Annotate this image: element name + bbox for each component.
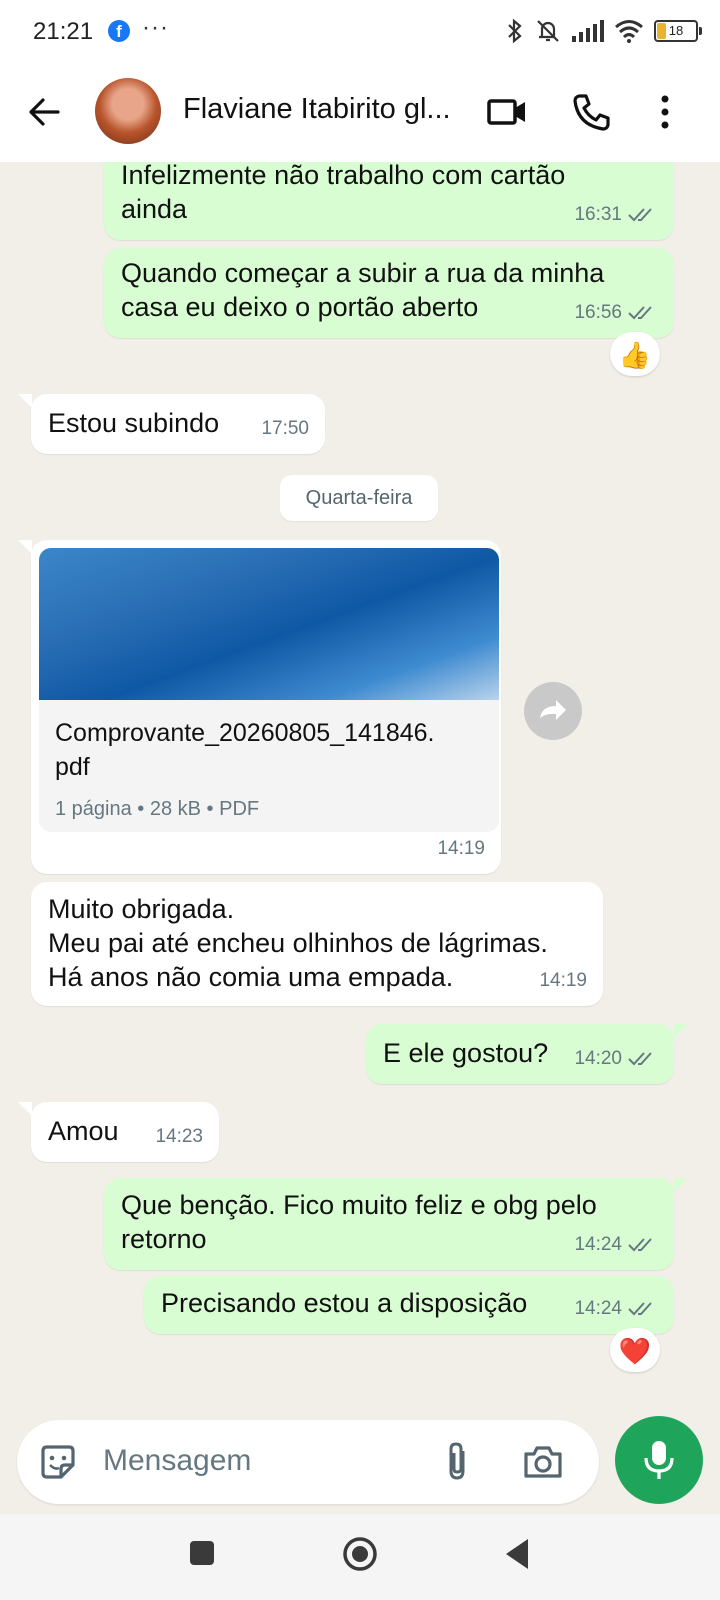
camera-icon[interactable] — [522, 1442, 564, 1482]
message-time: 14:19 — [539, 970, 587, 991]
read-ticks-icon — [628, 1238, 652, 1252]
date-divider: Quarta-feira — [280, 475, 438, 521]
message-input[interactable]: Mensagem — [103, 1444, 251, 1478]
incoming-document-message[interactable]: Comprovante_20260805_141846. pdf 1 págin… — [31, 540, 501, 874]
incoming-message[interactable]: Amou 14:23 — [31, 1102, 219, 1162]
more-notifications-icon: ··· — [142, 14, 169, 41]
reaction-heart[interactable]: ❤️ — [610, 1328, 660, 1372]
message-text-line: Há anos não comia uma empada. — [48, 962, 454, 992]
message-time: 14:24 — [574, 1234, 622, 1255]
reaction-thumbs-up[interactable]: 👍 — [610, 332, 660, 376]
phone-icon[interactable] — [570, 91, 612, 133]
read-ticks-icon — [628, 1052, 652, 1066]
more-options-icon[interactable] — [644, 91, 686, 133]
mic-icon — [644, 1441, 674, 1479]
battery-level: 18 — [668, 23, 684, 38]
incoming-message[interactable]: Estou subindo 17:50 — [31, 394, 325, 454]
outgoing-message[interactable]: Quando começar a subir a rua da minha ca… — [104, 248, 674, 338]
forward-icon — [540, 700, 566, 720]
bubble-tail — [18, 540, 32, 554]
facebook-icon: f — [108, 20, 130, 42]
nav-home-icon[interactable] — [340, 1534, 380, 1574]
document-meta: 1 página • 28 kB • PDF — [55, 798, 260, 820]
avatar[interactable] — [95, 78, 161, 144]
contact-name[interactable]: Flaviane Itabirito gl... — [183, 93, 473, 126]
message-time: 14:19 — [437, 838, 485, 859]
message-text-line: casa eu deixo o portão aberto — [121, 292, 479, 322]
outgoing-message[interactable]: Infelizmente não trabalho com cartão ain… — [104, 162, 674, 240]
message-text-line: Infelizmente não trabalho com cartão — [121, 162, 566, 190]
message-text-line: Meu pai até encheu olhinhos de lágrimas. — [48, 928, 548, 958]
nav-back-icon[interactable] — [502, 1536, 532, 1572]
message-text-line: ainda — [121, 194, 188, 224]
bubble-tail — [18, 1102, 32, 1116]
message-time: 16:31 — [574, 204, 622, 225]
read-ticks-icon — [628, 208, 652, 222]
status-bar: 21:21 f ··· 18 — [0, 0, 720, 66]
back-arrow-icon[interactable] — [24, 92, 64, 132]
document-file-name: Comprovante_20260805_141846. — [55, 719, 435, 747]
message-time: 14:24 — [574, 1298, 622, 1319]
voice-record-button[interactable] — [615, 1416, 703, 1504]
sticker-icon[interactable] — [37, 1441, 79, 1483]
read-ticks-icon — [628, 306, 652, 320]
message-time: 14:23 — [155, 1126, 203, 1147]
outgoing-message[interactable]: E ele gostou? 14:20 — [366, 1024, 674, 1084]
document-thumbnail[interactable] — [39, 548, 499, 700]
forward-button[interactable] — [524, 682, 582, 740]
battery-icon: 18 — [654, 20, 702, 42]
bubble-tail — [674, 1024, 688, 1038]
bluetooth-icon — [508, 18, 522, 44]
message-time: 17:50 — [261, 418, 309, 439]
status-icons: 18 — [506, 18, 702, 44]
message-text-line: Estou subindo — [48, 408, 220, 438]
document-info[interactable]: Comprovante_20260805_141846. pdf 1 págin… — [39, 700, 499, 832]
message-text-line: Precisando estou a disposição — [161, 1288, 528, 1318]
message-text-line: retorno — [121, 1224, 207, 1254]
bubble-tail — [18, 394, 32, 408]
attach-icon[interactable] — [441, 1441, 475, 1483]
outgoing-message[interactable]: Precisando estou a disposição 14:24 — [144, 1276, 674, 1334]
incoming-message[interactable]: Muito obrigada. Meu pai até encheu olhin… — [31, 882, 603, 1006]
system-navigation-bar — [0, 1514, 720, 1600]
message-text-line: E ele gostou? — [383, 1038, 549, 1068]
bubble-tail — [674, 1178, 688, 1192]
message-time: 14:20 — [574, 1048, 622, 1069]
signal-icon — [572, 20, 604, 42]
video-call-icon[interactable] — [486, 91, 528, 133]
status-time: 21:21 — [33, 18, 94, 45]
nav-recents-icon[interactable] — [187, 1538, 217, 1568]
wifi-icon — [615, 20, 643, 43]
chat-header: Flaviane Itabirito gl... — [0, 66, 720, 162]
message-text-line: Muito obrigada. — [48, 894, 235, 924]
message-list[interactable]: Infelizmente não trabalho com cartão ain… — [0, 162, 720, 1412]
mute-icon — [537, 20, 559, 42]
message-time: 16:56 — [574, 302, 622, 323]
message-composer[interactable]: Mensagem — [17, 1420, 599, 1504]
outgoing-message[interactable]: Que benção. Fico muito feliz e obg pelo … — [104, 1178, 674, 1270]
document-file-name: pdf — [55, 753, 90, 781]
message-text-line: Quando começar a subir a rua da minha — [121, 258, 605, 288]
read-ticks-icon — [628, 1302, 652, 1316]
message-text-line: Amou — [48, 1116, 119, 1146]
message-text-line: Que benção. Fico muito feliz e obg pelo — [121, 1190, 597, 1220]
